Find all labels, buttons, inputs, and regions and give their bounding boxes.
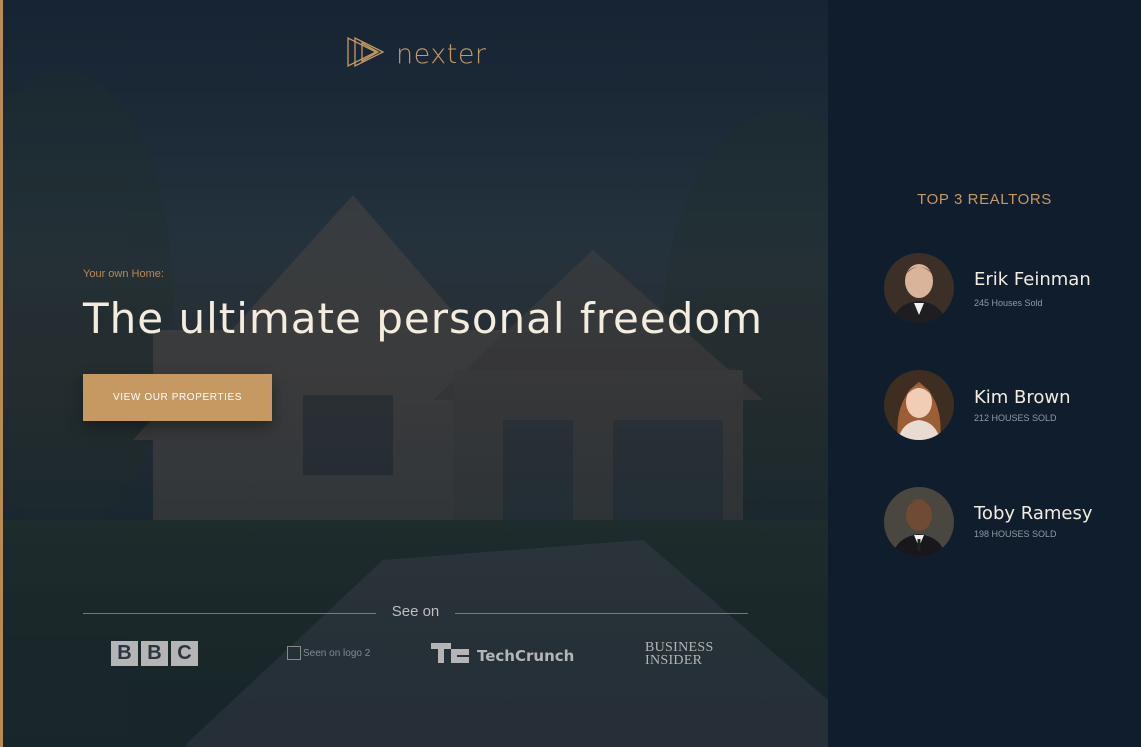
play-triangles-icon	[346, 36, 388, 73]
broken-image-icon	[287, 646, 301, 660]
bbc-letter: C	[171, 641, 198, 666]
realtor-card[interactable]: Toby Ramesy 198 HOUSES SOLD	[884, 487, 1124, 557]
broken-image-alt: Seen on logo 2	[303, 647, 371, 659]
avatar	[884, 253, 954, 323]
sidebar-title: TOP 3 REALTORS	[917, 191, 1052, 208]
realtor-houses-sold: 245 Houses Sold	[974, 298, 1043, 308]
nexter-logo[interactable]: nexter	[346, 36, 487, 73]
realtors-sidebar: TOP 3 REALTORS Erik Feinman 245 Houses S…	[828, 0, 1141, 747]
landing-page: nexter Your own Home: The ultimate perso…	[0, 0, 1141, 747]
realtor-houses-sold: 198 HOUSES SOLD	[974, 529, 1057, 539]
view-properties-button[interactable]: VIEW OUR PROPERTIES	[83, 374, 272, 421]
seen-on-label: See on	[391, 603, 440, 620]
avatar	[884, 370, 954, 440]
realtor-name: Erik Feinman	[974, 269, 1091, 290]
realtor-name: Toby Ramesy	[974, 503, 1093, 524]
bbc-logo: B B C	[111, 641, 198, 666]
business-insider-line2: INSIDER	[645, 653, 703, 668]
realtor-name: Kim Brown	[974, 387, 1071, 408]
bbc-letter: B	[141, 641, 168, 666]
hero-eyebrow: Your own Home:	[83, 268, 164, 280]
divider-left	[83, 613, 376, 614]
hero-headline: The ultimate personal freedom	[83, 294, 763, 343]
realtor-card[interactable]: Kim Brown 212 HOUSES SOLD	[884, 370, 1124, 440]
hero-section: nexter Your own Home: The ultimate perso…	[3, 0, 828, 747]
business-insider-logo: BUSINESS INSIDER	[645, 641, 714, 668]
techcrunch-icon	[431, 643, 471, 668]
realtor-card[interactable]: Erik Feinman 245 Houses Sold	[884, 253, 1124, 323]
avatar	[884, 487, 954, 557]
techcrunch-wordmark: TechCrunch	[477, 646, 575, 665]
techcrunch-logo: TechCrunch	[431, 643, 574, 668]
logo-wordmark: nexter	[396, 39, 487, 70]
realtor-houses-sold: 212 HOUSES SOLD	[974, 413, 1057, 423]
divider-right	[455, 613, 748, 614]
bbc-letter: B	[111, 641, 138, 666]
broken-image-logo: Seen on logo 2	[287, 646, 370, 660]
